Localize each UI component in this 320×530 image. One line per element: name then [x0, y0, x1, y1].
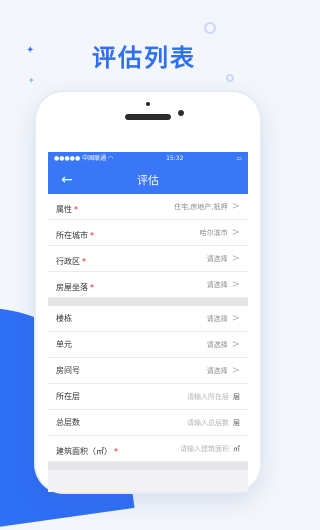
unit-text: 层 [233, 392, 240, 401]
row-label: 房屋坐落 [56, 283, 88, 292]
speaker-icon [125, 114, 171, 120]
sparkle-icon: ✦ [28, 76, 35, 85]
row-location[interactable]: 房屋坐落 * 请选择 > [48, 272, 248, 298]
row-label: 楼栋 [56, 314, 72, 323]
group-divider [48, 462, 248, 470]
row-label: 所在层 [56, 392, 80, 401]
chevron-right-icon: > [231, 226, 240, 238]
total-floors-input[interactable]: 请输入总层数 [187, 418, 229, 428]
row-unit[interactable]: 单元 请选择 > [48, 332, 248, 358]
row-room[interactable]: 房间号 请选择 > [48, 358, 248, 384]
page-title: 评估列表 [92, 44, 196, 72]
row-value: 住宅,房地产,抵押 [174, 202, 228, 211]
camera-icon [178, 110, 184, 116]
required-mark: * [90, 231, 94, 240]
row-label: 总层数 [56, 418, 80, 427]
row-city[interactable]: 所在城市 * 哈尔滨市 > [48, 220, 248, 246]
row-label: 单元 [56, 340, 72, 349]
row-label: 房间号 [56, 366, 80, 375]
form-group-1: 属性 * 住宅,房地产,抵押 > 所在城市 * 哈尔滨市 > 行政区 * 请选择… [48, 194, 248, 298]
unit-text: ㎡ [233, 444, 240, 453]
row-value: 请选择 [206, 366, 228, 375]
row-district[interactable]: 行政区 * 请选择 > [48, 246, 248, 272]
form-group-2: 楼栋 请选择 > 单元 请选择 > 房间号 请选择 > 所在层 请输入所在层 层… [48, 306, 248, 462]
time-text: 15:32 [166, 155, 184, 162]
row-building[interactable]: 楼栋 请选择 > [48, 306, 248, 332]
row-label: 所在城市 [56, 231, 88, 240]
unit-text: 层 [233, 418, 240, 427]
row-floor[interactable]: 所在层 请输入所在层 层 [48, 384, 248, 410]
decorative-ring [226, 74, 234, 82]
row-value: 请选择 [206, 280, 228, 289]
row-label: 建筑面积（㎡） [56, 447, 112, 456]
phone-mockup: ●●●●● 中国联通 ◠ 15:32 ▭ ← 评估 属性 * 住宅,房地产,抵押 … [36, 92, 260, 492]
chevron-right-icon: > [231, 200, 240, 212]
row-value: 哈尔滨市 [199, 228, 228, 237]
decorative-ring [204, 22, 216, 34]
back-arrow-icon[interactable]: ← [58, 171, 76, 189]
row-label: 属性 [56, 205, 72, 214]
chevron-right-icon: > [231, 312, 240, 324]
row-total-floors[interactable]: 总层数 请输入总层数 层 [48, 410, 248, 436]
nav-bar: ← 评估 [48, 166, 248, 194]
row-area[interactable]: 建筑面积（㎡） * 请输入建筑面积 ㎡ [48, 436, 248, 462]
required-mark: * [90, 283, 94, 292]
app-screen: ●●●●● 中国联通 ◠ 15:32 ▭ ← 评估 属性 * 住宅,房地产,抵押 … [48, 152, 248, 492]
row-value: 请选择 [206, 340, 228, 349]
camera-icon [146, 102, 150, 106]
floor-input[interactable]: 请输入所在层 [187, 392, 229, 402]
chevron-right-icon: > [231, 278, 240, 290]
row-property[interactable]: 属性 * 住宅,房地产,抵押 > [48, 194, 248, 220]
row-value: 请选择 [206, 314, 228, 323]
row-value: 请选择 [206, 254, 228, 263]
chevron-right-icon: > [231, 338, 240, 350]
required-mark: * [114, 447, 118, 456]
chevron-right-icon: > [231, 252, 240, 264]
required-mark: * [74, 205, 78, 214]
area-input[interactable]: 请输入建筑面积 [180, 444, 229, 454]
carrier-text: ●●●●● 中国联通 ◠ [54, 155, 114, 162]
nav-title: 评估 [137, 174, 159, 187]
battery-icon: ▭ [236, 155, 242, 162]
group-divider [48, 298, 248, 306]
status-bar: ●●●●● 中国联通 ◠ 15:32 ▭ [48, 152, 248, 166]
required-mark: * [82, 257, 86, 266]
row-label: 行政区 [56, 257, 80, 266]
chevron-right-icon: > [231, 364, 240, 376]
